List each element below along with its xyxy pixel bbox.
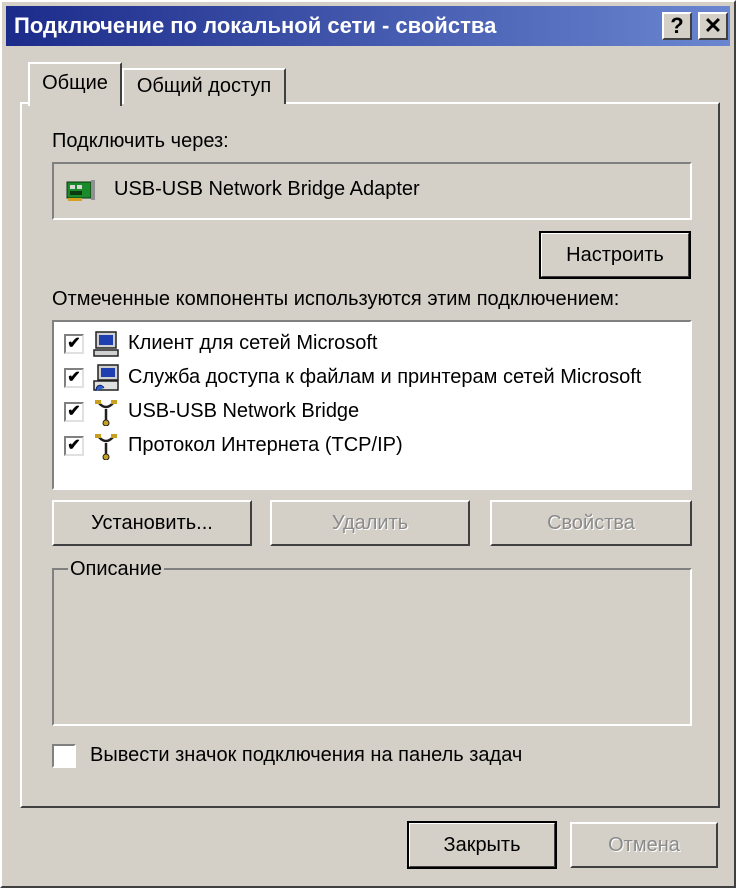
properties-dialog: Подключение по локальной сети - свойства… — [0, 0, 736, 888]
checkbox-file-printer-sharing[interactable]: ✔ — [64, 368, 84, 388]
show-icon-checkbox[interactable] — [52, 744, 76, 768]
tab-sharing[interactable]: Общий доступ — [122, 68, 286, 104]
adapter-box: USB-USB Network Bridge Adapter — [52, 162, 692, 220]
checkbox-tcpip[interactable]: ✔ — [64, 436, 84, 456]
tab-sharing-label: Общий доступ — [136, 75, 272, 97]
close-window-button[interactable]: ✕ — [698, 12, 728, 40]
install-button[interactable]: Установить... — [52, 500, 252, 546]
tab-general-label: Общие — [42, 72, 108, 94]
help-icon: ? — [670, 13, 684, 38]
list-item-label: Протокол Интернета (TCP/IP) — [128, 434, 403, 456]
component-list[interactable]: ✔ Клиент для сетей Microsoft ✔ Служба до… — [52, 320, 692, 490]
close-button[interactable]: Закрыть — [407, 821, 557, 869]
list-item-label: USB-USB Network Bridge — [128, 400, 360, 422]
list-item-tcpip[interactable]: ✔ Протокол Интернета (TCP/IP) — [64, 430, 684, 462]
configure-button[interactable]: Настроить — [539, 231, 691, 279]
window-title: Подключение по локальной сети - свойства — [14, 13, 497, 38]
list-item-file-printer-sharing[interactable]: ✔ Служба доступа к файлам и принтерам се… — [64, 362, 684, 394]
list-item-label: Клиент для сетей Microsoft — [128, 332, 378, 354]
cancel-button[interactable]: Отмена — [570, 822, 718, 868]
title-bar[interactable]: Подключение по локальной сети - свойства… — [6, 6, 730, 46]
description-legend: Описание — [68, 558, 165, 581]
description-groupbox — [52, 568, 692, 726]
properties-button[interactable]: Свойства — [490, 500, 692, 546]
uninstall-button[interactable]: Удалить — [270, 500, 470, 546]
list-item-label: Служба доступа к файлам и принтерам сете… — [128, 366, 642, 388]
components-label: Отмеченные компоненты используются этим … — [52, 288, 620, 310]
list-item-ms-client[interactable]: ✔ Клиент для сетей Microsoft — [64, 328, 684, 360]
checkbox-ms-client[interactable]: ✔ — [64, 334, 84, 354]
tab-general[interactable]: Общие — [28, 62, 122, 106]
computer-icon — [93, 331, 119, 357]
adapter-name: USB-USB Network Bridge Adapter — [114, 178, 420, 200]
connect-via-label: Подключить через: — [52, 130, 229, 152]
network-card-icon — [66, 180, 95, 201]
file-printer-sharing-icon — [93, 364, 119, 392]
protocol-icon — [95, 434, 117, 460]
list-item-usb-bridge[interactable]: ✔ USB-USB Network Bridge — [64, 396, 684, 428]
help-button[interactable]: ? — [662, 12, 692, 40]
show-icon-label: Вывести значок подключения на панель зад… — [90, 744, 523, 766]
checkbox-usb-bridge[interactable]: ✔ — [64, 402, 84, 422]
close-icon: ✕ — [703, 13, 723, 38]
protocol-icon — [95, 400, 117, 426]
